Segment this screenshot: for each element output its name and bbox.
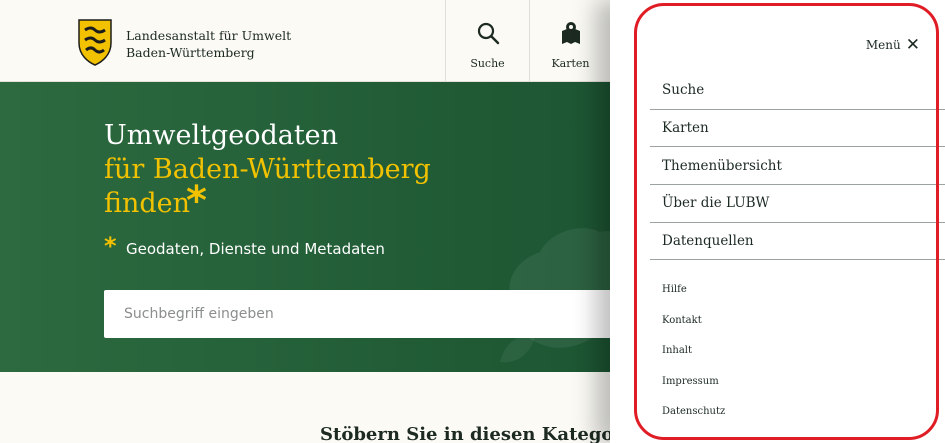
primary-menu: Suche Karten Themenübersicht Über die LU… xyxy=(650,72,945,261)
subtitle-asterisk-icon: * xyxy=(104,232,117,260)
menu-toggle-label: Menü xyxy=(865,38,901,52)
menu-item-datenquellen[interactable]: Datenquellen xyxy=(650,223,945,261)
asterisk-icon: * xyxy=(186,178,207,224)
menu-close-button[interactable]: Menü ✕ xyxy=(866,35,920,55)
menu-link-inhalt[interactable]: Inhalt xyxy=(662,345,725,376)
menu-link-datenschutz[interactable]: Datenschutz xyxy=(662,406,725,437)
menu-panel: Menü ✕ Suche Karten Themenübersicht Über… xyxy=(610,0,945,443)
nav-maps-button[interactable]: Karten xyxy=(529,0,611,82)
search-input[interactable] xyxy=(104,290,664,338)
brand-line-1: Landesanstalt für Umwelt xyxy=(126,28,292,43)
menu-link-impressum[interactable]: Impressum xyxy=(662,376,725,407)
menu-item-karten[interactable]: Karten xyxy=(650,110,945,148)
close-icon: ✕ xyxy=(905,35,920,55)
menu-link-hilfe[interactable]: Hilfe xyxy=(662,284,725,315)
nav-search-label: Suche xyxy=(470,57,505,70)
menu-item-ueber-die-lubw[interactable]: Über die LUBW xyxy=(650,185,945,223)
nav-maps-label: Karten xyxy=(551,57,590,70)
hero-title-line-1: Umweltgeodaten xyxy=(104,120,339,151)
categories-heading: Stöbern Sie in diesen Kategorien xyxy=(320,424,655,443)
menu-link-kontakt[interactable]: Kontakt xyxy=(662,315,725,346)
secondary-menu: Hilfe Kontakt Inhalt Impressum Datenschu… xyxy=(662,284,725,437)
menu-item-suche[interactable]: Suche xyxy=(650,72,945,110)
state-coat-of-arms-logo[interactable] xyxy=(76,17,114,67)
hero-title-line-3: finden xyxy=(104,188,191,219)
nav-search-button[interactable]: Suche xyxy=(445,0,529,82)
hero-subtitle: Geodaten, Dienste und Metadaten xyxy=(126,240,385,258)
menu-item-themenuebersicht[interactable]: Themenübersicht xyxy=(650,147,945,186)
map-icon xyxy=(562,22,580,44)
brand-line-2: Baden-Württemberg xyxy=(126,45,255,60)
brand-name[interactable]: Landesanstalt für Umwelt Baden-Württembe… xyxy=(126,27,291,61)
hero-title-line-2: für Baden-Württemberg xyxy=(104,154,431,185)
search-icon xyxy=(477,22,500,45)
